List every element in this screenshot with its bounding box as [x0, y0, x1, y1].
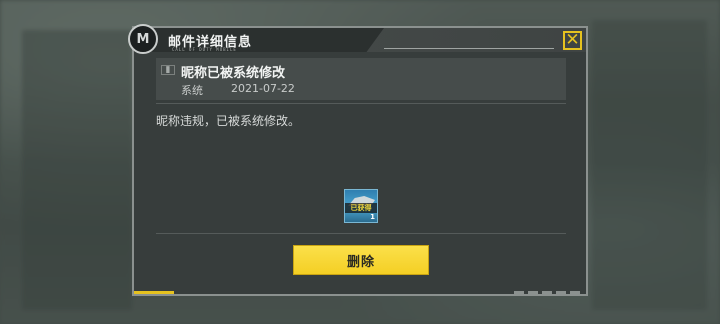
dialog-titlebar: M 邮件详细信息 CALL OF DUTY MOBILE ✕ — [128, 24, 586, 54]
footer-divider — [156, 233, 566, 234]
game-logo-icon: M — [128, 24, 158, 54]
reward-claimed-badge: 已获得 — [345, 203, 377, 213]
reward-item[interactable]: 已获得 1 — [344, 189, 378, 223]
mail-header: ▮ 昵称已被系统修改 系统 2021-07-22 — [156, 58, 566, 100]
bottom-accent-bar — [134, 291, 174, 294]
title-divider — [384, 48, 554, 49]
mail-subject: 昵称已被系统修改 — [181, 66, 286, 81]
delete-button[interactable]: 删除 — [293, 245, 429, 275]
dialog-subtitle: CALL OF DUTY MOBILE — [172, 47, 237, 52]
mail-sender: 系统 — [181, 84, 203, 97]
bottom-right-marks — [514, 291, 584, 294]
header-divider — [156, 103, 566, 104]
close-button[interactable]: ✕ — [563, 31, 582, 50]
mail-date: 2021-07-22 — [231, 82, 295, 95]
reward-count: 1 — [370, 213, 375, 221]
mail-type-icon: ▮ — [161, 65, 175, 75]
mail-detail-dialog: M 邮件详细信息 CALL OF DUTY MOBILE ✕ ▮ 昵称已被系统修… — [128, 24, 588, 296]
mail-body-text: 昵称违规，已被系统修改。 — [156, 114, 301, 128]
